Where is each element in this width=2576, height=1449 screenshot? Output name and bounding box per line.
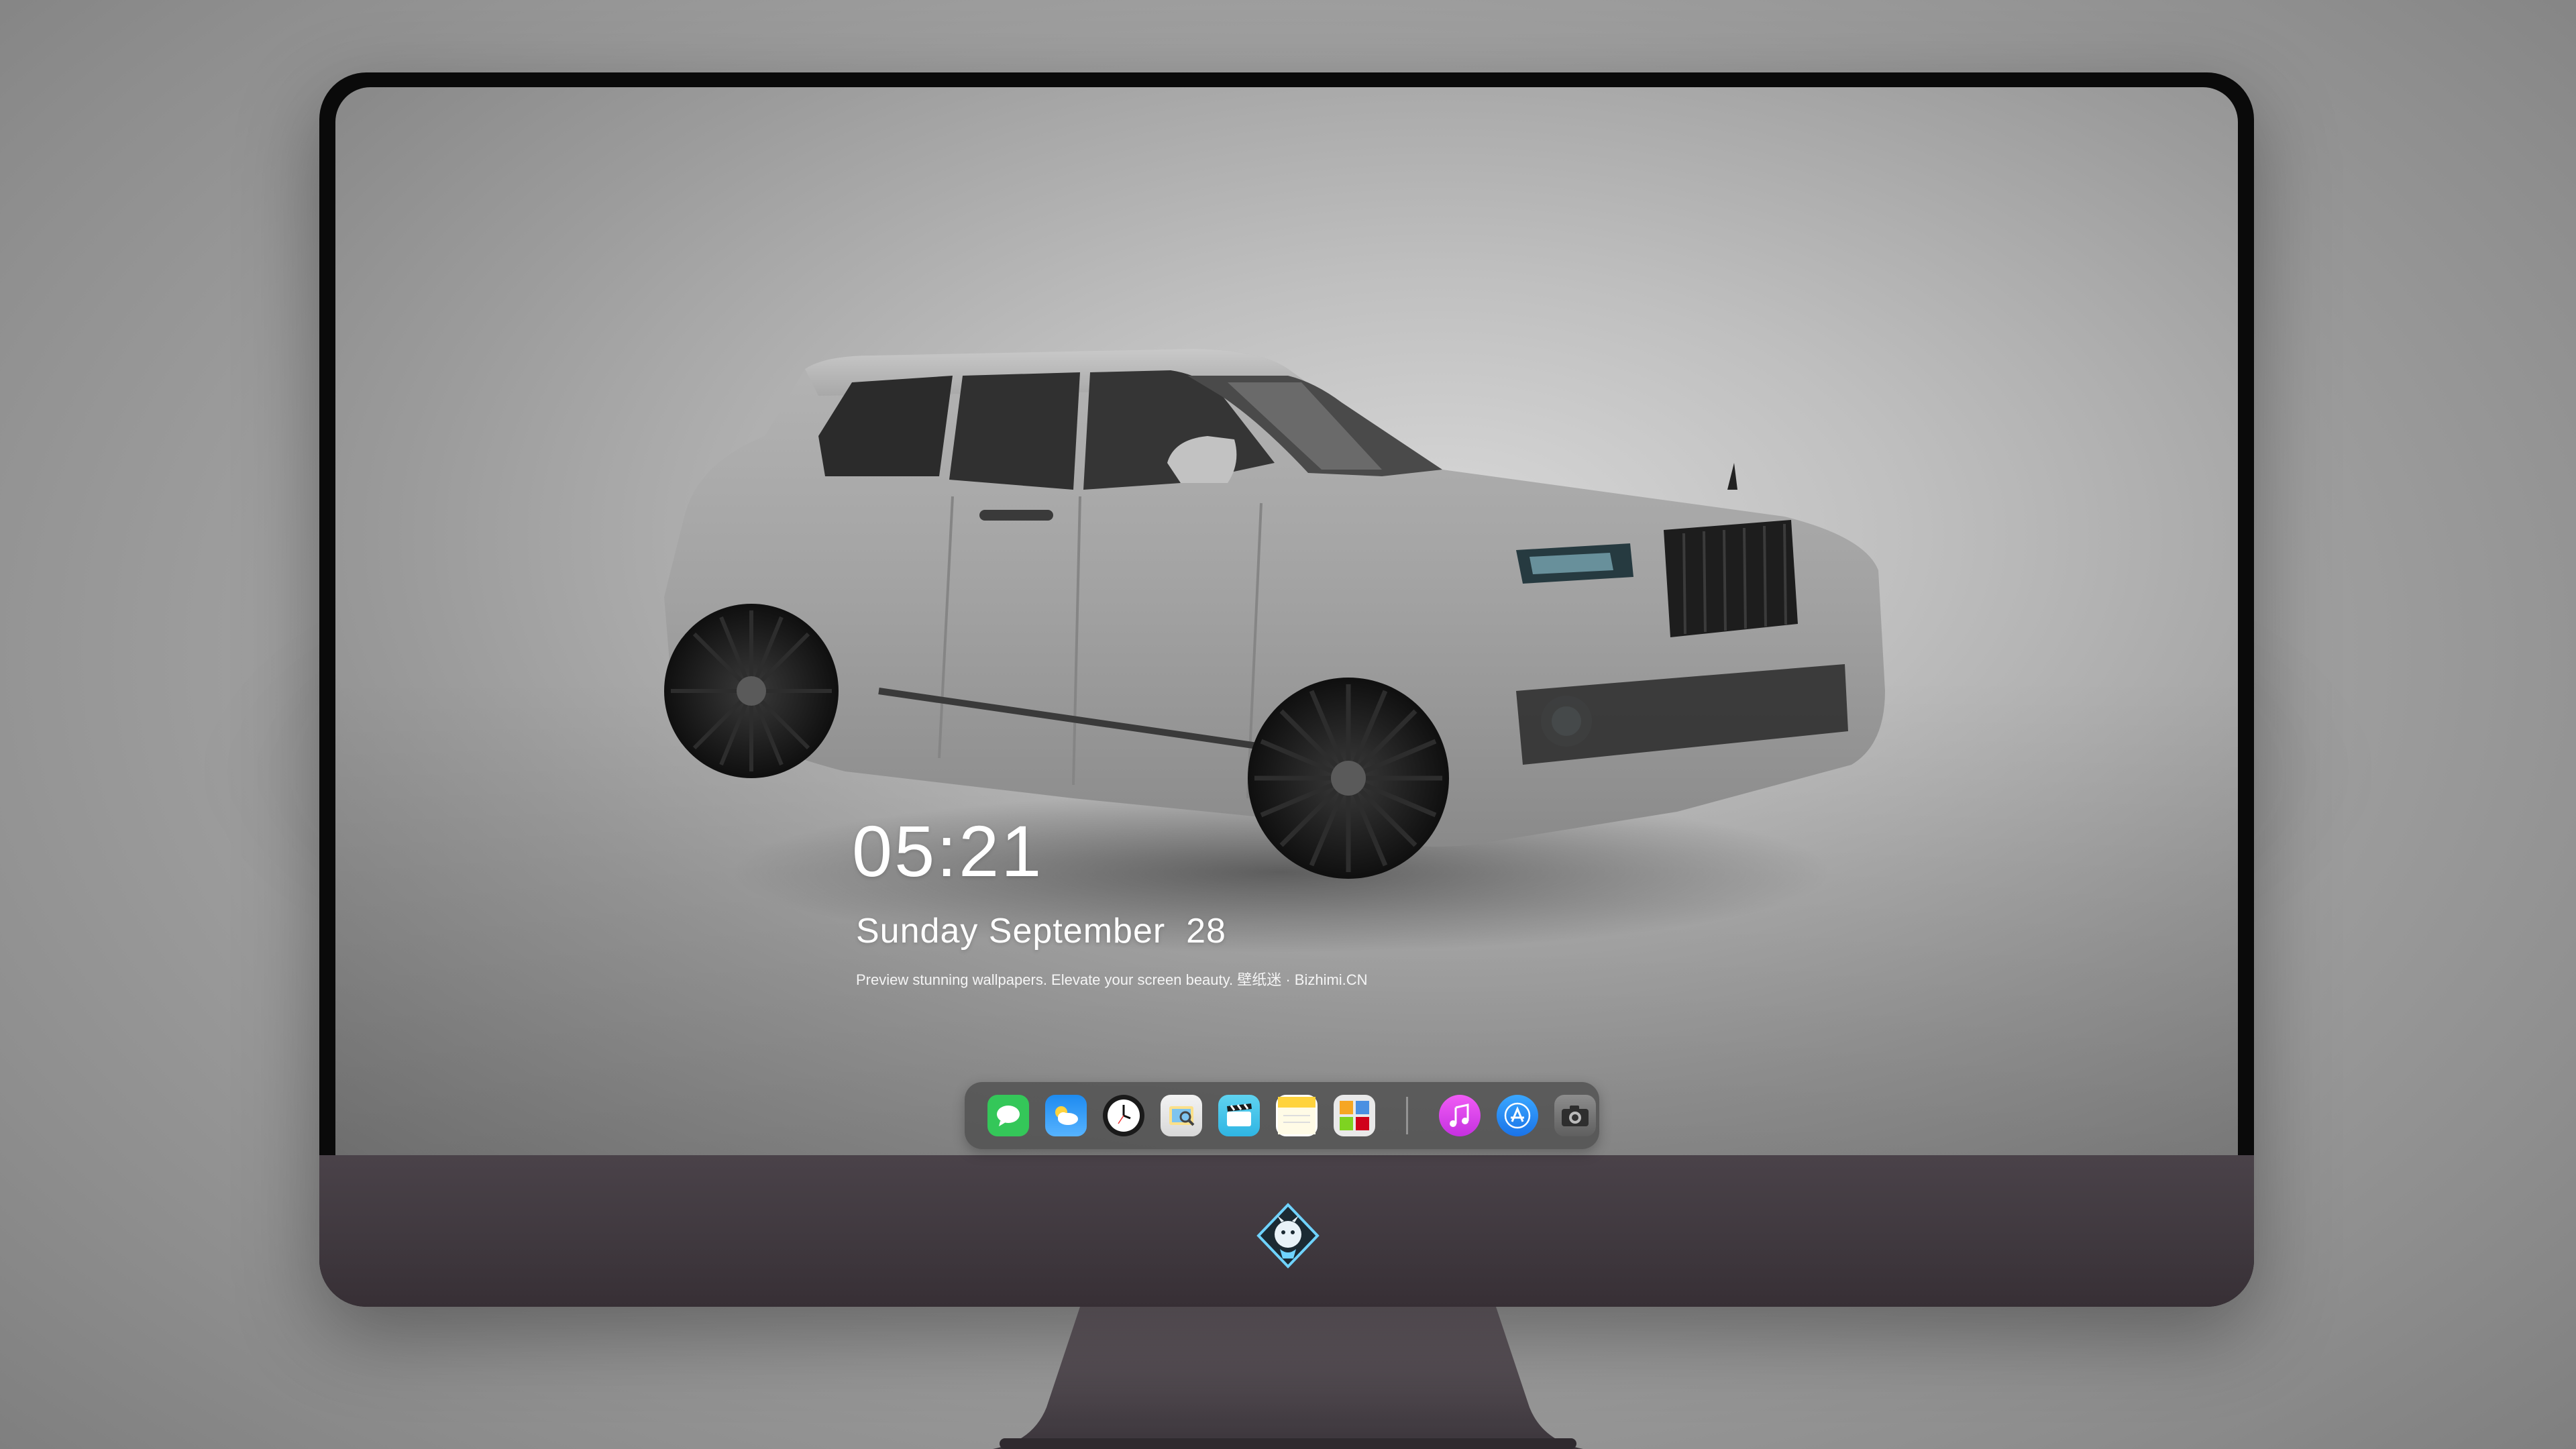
- preview-icon[interactable]: [1161, 1095, 1202, 1136]
- lock-screen[interactable]: 05:21 Sunday September 28 Preview stunni…: [335, 87, 2238, 1155]
- desktop-background: 05:21 Sunday September 28 Preview stunni…: [0, 0, 2576, 1449]
- messages-icon[interactable]: [987, 1095, 1029, 1136]
- car-wallpaper: [664, 349, 1885, 953]
- music-icon[interactable]: [1439, 1095, 1481, 1136]
- clock-icon[interactable]: [1103, 1095, 1144, 1136]
- lock-date: Sunday September 28: [856, 912, 1226, 951]
- notes-icon[interactable]: [1276, 1095, 1318, 1136]
- dock-separator: [1406, 1097, 1408, 1134]
- camera-icon[interactable]: [1554, 1095, 1596, 1136]
- weather-icon[interactable]: [1045, 1095, 1087, 1136]
- monitor: 05:21 Sunday September 28 Preview stunni…: [319, 72, 2254, 1307]
- brand-logo-icon: [1256, 1203, 1320, 1269]
- app-store-icon[interactable]: [1497, 1095, 1538, 1136]
- monitor-stand: [993, 1307, 1583, 1449]
- wallpaper-tagline: Preview stunning wallpapers. Elevate you…: [856, 971, 1368, 988]
- clips-icon[interactable]: [1218, 1095, 1260, 1136]
- photo-booth-icon[interactable]: [1334, 1095, 1375, 1136]
- lock-clock: 05:21: [852, 810, 1044, 892]
- dock: [965, 1082, 1599, 1149]
